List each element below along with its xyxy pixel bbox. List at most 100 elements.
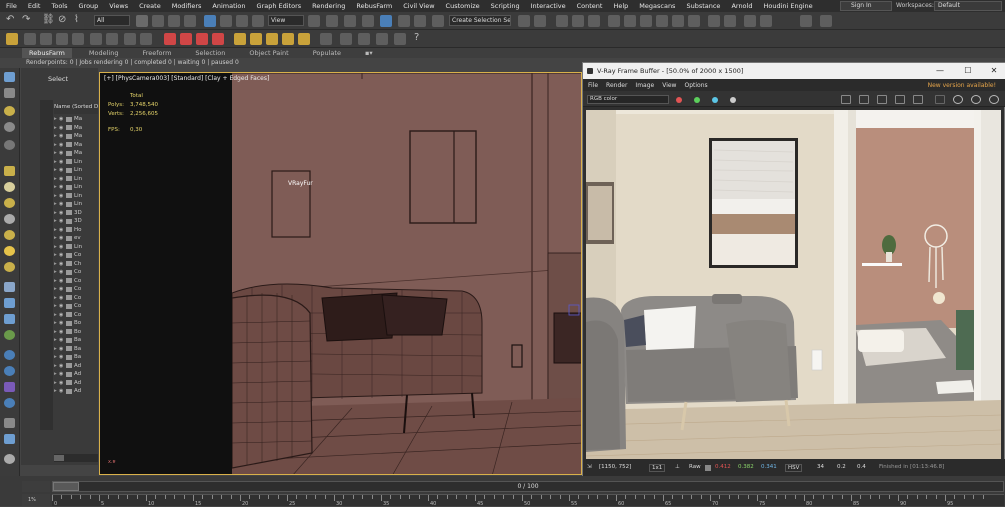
place-icon[interactable] (252, 15, 264, 27)
select-by-name-icon[interactable] (152, 15, 164, 27)
explorer-row[interactable]: ▸ ◉ Bo (54, 319, 98, 328)
stop-render-icon[interactable] (935, 95, 945, 104)
vray-clipper-icon[interactable] (140, 33, 152, 45)
torus-icon[interactable] (4, 214, 15, 224)
explorer-row[interactable]: ▸ ◉ Bo (54, 328, 98, 337)
render-production-icon[interactable] (688, 15, 700, 27)
visibility-eye-icon[interactable]: ◉ (59, 167, 66, 173)
visibility-eye-icon[interactable]: ◉ (59, 142, 66, 148)
explorer-row[interactable]: ▸ ◉ Lin (54, 243, 98, 252)
red-channel-icon[interactable] (676, 97, 682, 103)
rebus-download-icon[interactable] (196, 33, 208, 45)
create-panel-icon[interactable] (4, 72, 15, 82)
helper-icon[interactable] (4, 140, 15, 150)
ribbon-toggle-icon[interactable] (588, 15, 600, 27)
menu-item-substance[interactable]: Substance (686, 2, 720, 10)
menu-item-animation[interactable]: Animation (212, 2, 245, 10)
explorer-row[interactable]: ▸ ◉ Ch (54, 260, 98, 269)
menu-item-help[interactable]: Help (613, 2, 628, 10)
ipr-teapot-icon[interactable] (971, 95, 981, 104)
menu-item-megascans[interactable]: Megascans (639, 2, 675, 10)
foliage-icon[interactable] (4, 330, 15, 340)
menu-item-customize[interactable]: Customize (446, 2, 480, 10)
align-icon[interactable] (534, 15, 546, 27)
maximize-icon[interactable]: ☐ (961, 63, 975, 79)
select-menu-button[interactable]: Select (21, 75, 98, 87)
explorer-row[interactable]: ▸ ◉ Ma (54, 141, 98, 150)
forest-icon[interactable] (340, 33, 352, 45)
visibility-eye-icon[interactable]: ◉ (59, 116, 66, 122)
tab-rebusfarm[interactable]: RebusFarm (22, 48, 72, 58)
mesh-icon[interactable] (394, 33, 406, 45)
track-mouse-icon[interactable] (877, 95, 887, 104)
rebus-render-icon[interactable] (164, 33, 176, 45)
settings-icon[interactable] (4, 454, 15, 464)
explorer-row[interactable]: ▸ ◉ Lin (54, 200, 98, 209)
curve-editor-icon[interactable] (608, 15, 620, 27)
snap-icon[interactable] (362, 15, 374, 27)
display-icon[interactable] (4, 350, 15, 360)
rendered-frame-window-icon[interactable] (672, 15, 684, 27)
color-mode-dropdown[interactable]: HSV (785, 464, 803, 472)
save-image-icon[interactable] (841, 95, 851, 104)
blue-channel-icon[interactable] (712, 97, 718, 103)
visibility-eye-icon[interactable]: ◉ (59, 371, 66, 377)
viewport-toggle-icon[interactable] (4, 418, 15, 428)
vray-toolbar-icon[interactable] (6, 33, 18, 45)
visibility-eye-icon[interactable]: ◉ (59, 312, 66, 318)
visibility-eye-icon[interactable]: ◉ (59, 252, 66, 258)
material-editor-icon[interactable] (640, 15, 652, 27)
edit-named-selection-icon[interactable] (432, 15, 444, 27)
vray-ipr-icon[interactable] (800, 15, 812, 27)
light-icon[interactable] (4, 106, 15, 116)
system-icon[interactable] (4, 314, 15, 324)
visibility-eye-icon[interactable]: ◉ (59, 235, 66, 241)
rebus-upload-icon[interactable] (180, 33, 192, 45)
motion-icon[interactable] (4, 366, 15, 376)
perspective-viewport[interactable]: [+] [PhysCamera003] [Standard] [Clay + E… (99, 72, 582, 475)
render-icon[interactable] (708, 15, 720, 27)
vray-plane-icon[interactable] (106, 33, 118, 45)
sphere-icon[interactable] (4, 182, 15, 192)
explorer-row[interactable]: ▸ ◉ Lin (54, 175, 98, 184)
close-icon[interactable]: ✕ (987, 63, 1001, 79)
interactive-teapot-icon[interactable] (989, 95, 999, 104)
explorer-row[interactable]: ▸ ◉ Co (54, 285, 98, 294)
move-icon[interactable] (204, 15, 216, 27)
sign-in-button[interactable]: Sign In (840, 1, 892, 11)
explorer-row[interactable]: ▸ ◉ Co (54, 311, 98, 320)
explorer-row[interactable]: ▸ ◉ 3D (54, 217, 98, 226)
vray-light-icon[interactable] (24, 33, 36, 45)
explorer-row[interactable]: ▸ ◉ Co (54, 251, 98, 260)
explorer-row[interactable]: ▸ ◉ Ad (54, 362, 98, 371)
menu-item-rendering[interactable]: Rendering (312, 2, 345, 10)
vray-sun-icon[interactable] (40, 33, 52, 45)
unlink-icon[interactable]: ⊘ (58, 14, 66, 26)
hierarchy-icon[interactable] (4, 398, 15, 408)
region-render-icon[interactable] (913, 95, 923, 104)
visibility-eye-icon[interactable]: ◉ (59, 354, 66, 360)
houdini-session-icon[interactable] (266, 33, 278, 45)
explorer-row[interactable]: ▸ ◉ Lin (54, 192, 98, 201)
mono-channel-icon[interactable] (730, 97, 736, 103)
visibility-eye-icon[interactable]: ◉ (59, 303, 66, 309)
tab-selection[interactable]: Selection (188, 48, 232, 58)
explorer-row[interactable]: ▸ ◉ Ba (54, 336, 98, 345)
visibility-eye-icon[interactable]: ◉ (59, 218, 66, 224)
layer-explorer-icon[interactable] (572, 15, 584, 27)
explorer-row[interactable]: ▸ ◉ Ma (54, 115, 98, 124)
mirror-icon[interactable] (518, 15, 530, 27)
explorer-column-header[interactable]: Name (Sorted De (54, 104, 98, 114)
camera-icon[interactable] (4, 122, 15, 132)
visibility-eye-icon[interactable]: ◉ (59, 227, 66, 233)
spline-icon[interactable] (4, 282, 15, 292)
scripts-icon[interactable] (376, 33, 388, 45)
visibility-eye-icon[interactable]: ◉ (59, 184, 66, 190)
menu-item-create[interactable]: Create (139, 2, 161, 10)
utilities-icon[interactable] (4, 382, 15, 392)
visibility-eye-icon[interactable]: ◉ (59, 320, 66, 326)
zoom-dropdown[interactable]: 1x1 (649, 464, 666, 472)
spinner-snap-icon[interactable] (414, 15, 426, 27)
explorer-row[interactable]: ▸ ◉ Ad (54, 370, 98, 379)
explorer-row[interactable]: ▸ ◉ Co (54, 268, 98, 277)
